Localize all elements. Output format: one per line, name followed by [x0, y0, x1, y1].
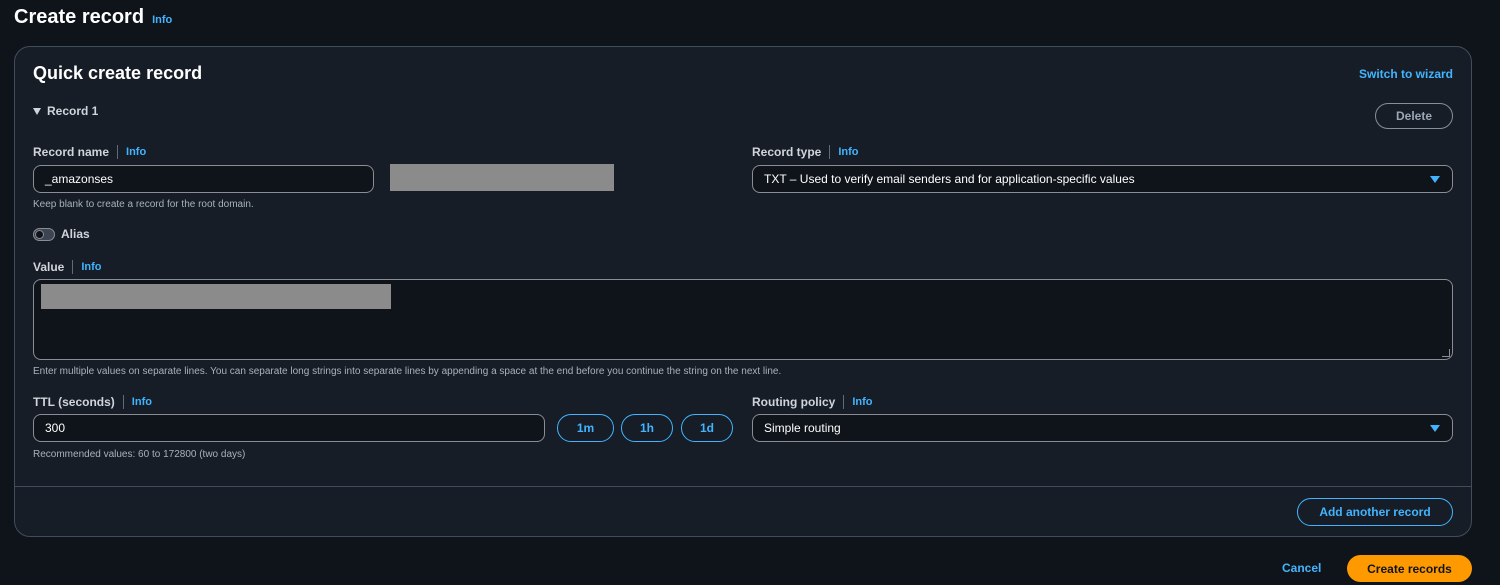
record-type-select[interactable]: TXT – Used to verify email senders and f…: [752, 165, 1453, 193]
page-title: Create record Info: [14, 6, 172, 29]
ttl-input[interactable]: 300: [33, 414, 545, 442]
record-name-hint: Keep blank to create a record for the ro…: [33, 199, 254, 210]
ttl-label: TTL (seconds) Info: [33, 395, 152, 409]
page-info-link[interactable]: Info: [152, 14, 172, 26]
quick-create-panel: Quick create record Switch to wizard Rec…: [14, 46, 1472, 537]
panel-title: Quick create record: [33, 63, 203, 83]
record-type-label: Record type Info: [752, 145, 859, 159]
record-name-label-text: Record name: [33, 145, 110, 159]
label-separator: [829, 145, 831, 159]
routing-policy-info-link[interactable]: Info: [852, 396, 872, 408]
alias-label: Alias: [61, 227, 90, 241]
value-textarea[interactable]: [33, 279, 1453, 360]
label-separator: [122, 395, 124, 409]
page-title-text: Create record: [14, 6, 145, 28]
resize-handle-icon[interactable]: [1442, 349, 1450, 357]
caret-down-icon: [33, 107, 41, 115]
alias-toggle[interactable]: [33, 228, 55, 241]
ttl-preset-1d-button[interactable]: 1d: [681, 414, 733, 442]
record-1-expander[interactable]: Record 1: [33, 104, 98, 118]
label-separator: [117, 145, 119, 159]
panel-divider: [15, 486, 1471, 487]
value-label: Value Info: [33, 260, 102, 274]
dropdown-caret-icon: [1430, 176, 1440, 183]
redacted-domain-suffix: [390, 164, 614, 191]
label-separator: [72, 260, 74, 274]
record-name-info-link[interactable]: Info: [126, 146, 146, 158]
record-name-input[interactable]: _amazonses: [33, 165, 374, 193]
cancel-button[interactable]: Cancel: [1282, 561, 1321, 575]
create-records-button[interactable]: Create records: [1347, 555, 1472, 582]
ttl-label-text: TTL (seconds): [33, 395, 115, 409]
routing-policy-label: Routing policy Info: [752, 395, 873, 409]
ttl-preset-1m-button[interactable]: 1m: [557, 414, 614, 442]
label-separator: [843, 395, 845, 409]
ttl-info-link[interactable]: Info: [132, 396, 152, 408]
switch-to-wizard-link[interactable]: Switch to wizard: [1359, 67, 1453, 81]
record-type-info-link[interactable]: Info: [838, 146, 858, 158]
ttl-hint: Recommended values: 60 to 172800 (two da…: [33, 449, 246, 460]
value-info-link[interactable]: Info: [81, 261, 101, 273]
routing-policy-select[interactable]: Simple routing: [752, 414, 1453, 442]
ttl-preset-1h-button[interactable]: 1h: [621, 414, 673, 442]
routing-policy-label-text: Routing policy: [752, 395, 836, 409]
record-name-label: Record name Info: [33, 145, 146, 159]
redacted-value: [41, 284, 391, 309]
routing-policy-selected: Simple routing: [764, 421, 841, 435]
add-another-record-button[interactable]: Add another record: [1297, 498, 1453, 526]
value-label-text: Value: [33, 260, 65, 274]
delete-button[interactable]: Delete: [1375, 103, 1453, 129]
dropdown-caret-icon: [1430, 425, 1440, 432]
record-1-label: Record 1: [47, 104, 99, 118]
record-type-selected: TXT – Used to verify email senders and f…: [764, 172, 1135, 186]
toggle-knob: [35, 230, 44, 239]
value-hint: Enter multiple values on separate lines.…: [33, 366, 782, 377]
record-type-label-text: Record type: [752, 145, 822, 159]
